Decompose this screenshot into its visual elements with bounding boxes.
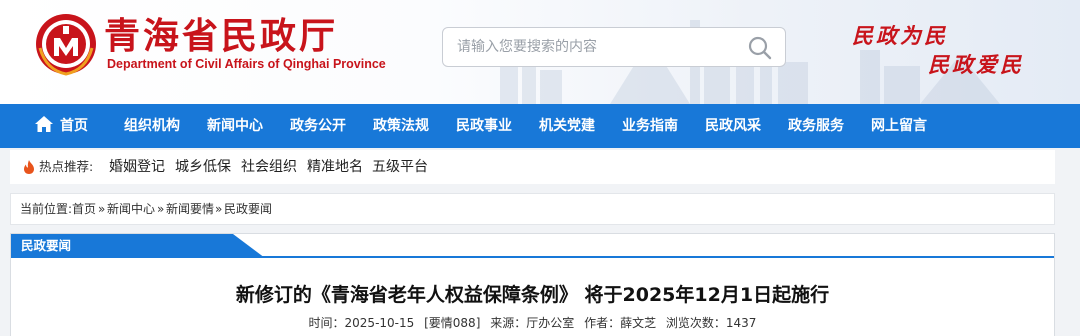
search-input[interactable]: [457, 28, 737, 66]
breadcrumb-home[interactable]: 首页: [72, 194, 96, 224]
nav-item-online-message[interactable]: 网上留言: [871, 104, 927, 148]
article-meta: 时间：2025-10-15 [要情088] 来源：厅办公室 作者：薛文芝 浏览次…: [11, 314, 1054, 331]
hot-link-subsistence[interactable]: 城乡低保: [175, 150, 231, 184]
article-views: 浏览次数：1437: [665, 316, 757, 330]
article-title: 新修订的《青海省老年人权益保障条例》 将于2025年12月1日起施行: [235, 284, 830, 306]
hot-link-social-org[interactable]: 社会组织: [241, 150, 297, 184]
nav-item-civil-affairs[interactable]: 民政事业: [456, 104, 512, 148]
fire-icon: [24, 160, 34, 174]
nav-item-party-building[interactable]: 机关党建: [539, 104, 595, 148]
ministry-emblem-logo: [36, 14, 96, 76]
hot-link-platform[interactable]: 五级平台: [372, 150, 428, 184]
nav-item-organization[interactable]: 组织机构: [124, 104, 180, 148]
section-tab-label: 民政要闻: [21, 238, 72, 253]
site-header: 青海省民政厅 Department of Civil Affairs of Qi…: [0, 0, 1080, 104]
search-icon[interactable]: [747, 35, 773, 61]
nav-item-showcase[interactable]: 民政风采: [705, 104, 761, 148]
breadcrumb-news-highlights[interactable]: 新闻要情: [166, 194, 214, 224]
breadcrumb-separator: »: [215, 202, 223, 216]
site-subtitle: Department of Civil Affairs of Qinghai P…: [107, 57, 386, 71]
article-panel: 民政要闻 新修订的《青海省老年人权益保障条例》 将于2025年12月1日起施行 …: [10, 233, 1055, 336]
hot-link-place-names[interactable]: 精准地名: [307, 150, 363, 184]
article-source: 来源：厅办公室: [490, 316, 575, 330]
search-box: [442, 27, 786, 67]
hot-label: 热点推荐:: [39, 159, 94, 174]
breadcrumb-news-center[interactable]: 新闻中心: [107, 194, 155, 224]
slogan-line-2: 民政爱民: [928, 52, 1024, 77]
nav-item-service-guide[interactable]: 业务指南: [622, 104, 678, 148]
breadcrumb-separator: »: [157, 202, 165, 216]
breadcrumb-prefix: 当前位置:: [20, 202, 73, 216]
nav-item-news-center[interactable]: 新闻中心: [207, 104, 263, 148]
article-tag: [要情088]: [424, 316, 481, 330]
slogan-line-1: 民政为民: [852, 23, 948, 48]
nav-item-home[interactable]: 首页: [35, 104, 88, 148]
nav-item-government-affairs[interactable]: 政务公开: [290, 104, 346, 148]
hot-recommend-bar: 热点推荐: 婚姻登记 城乡低保 社会组织 精准地名 五级平台: [10, 150, 1055, 184]
article-author: 作者：薛文芝: [584, 316, 657, 330]
site-title: 青海省民政厅: [104, 15, 339, 57]
nav-item-policies[interactable]: 政策法规: [373, 104, 429, 148]
breadcrumb: 当前位置: 首页 » 新闻中心 » 新闻要情 » 民政要闻: [10, 193, 1055, 225]
nav-item-label: 首页: [60, 118, 88, 134]
nav-item-services[interactable]: 政务服务: [788, 104, 844, 148]
breadcrumb-separator: »: [98, 202, 106, 216]
home-icon: [35, 116, 53, 132]
hot-link-marriage[interactable]: 婚姻登记: [109, 150, 165, 184]
main-nav: 首页 组织机构 新闻中心 政务公开 政策法规 民政事业 机关党建 业务指南 民政…: [0, 104, 1080, 148]
article-time: 时间：2025-10-15: [308, 316, 415, 330]
breadcrumb-civil-news[interactable]: 民政要闻: [224, 194, 272, 224]
